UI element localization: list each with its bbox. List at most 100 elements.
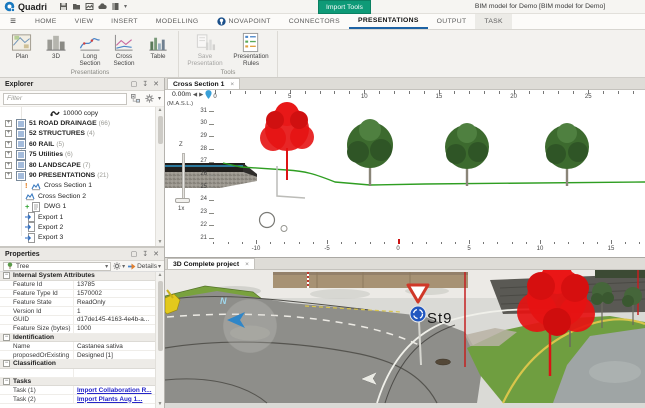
tree-item-51-road-drainage[interactable]: +51 ROAD DRAINAGE(66) <box>0 118 155 128</box>
green-tree-2[interactable] <box>445 123 489 186</box>
zoom-slider-track[interactable] <box>182 153 185 199</box>
scroll-thumb[interactable] <box>158 281 163 351</box>
tab-3d-complete-project[interactable]: 3D Complete project <box>167 258 255 269</box>
tree-item-cross-section-1[interactable]: !Cross Section 1 <box>0 181 155 191</box>
image-icon[interactable] <box>85 2 94 11</box>
location-pin-icon <box>205 90 212 99</box>
import-tools-button[interactable]: Import Tools <box>318 0 371 14</box>
collapse-icon[interactable]: − <box>3 334 10 341</box>
next-section-icon[interactable]: ▶ <box>199 92 203 98</box>
qat-dropdown-icon[interactable] <box>124 3 127 10</box>
tree-item-75-utilities[interactable]: +75 Utilities(6) <box>0 150 155 160</box>
ruler-tick-label: 5 <box>460 246 478 252</box>
property-value-link[interactable]: Import Plants Aug 1... <box>74 395 164 403</box>
ribbon-button-table[interactable]: Table <box>141 31 175 60</box>
property-section-classification[interactable]: −Classification <box>0 360 164 369</box>
viewport-column: Cross Section 1 <box>165 78 645 408</box>
ribbon-button-3d[interactable]: 3D <box>39 31 73 60</box>
view-mode-select[interactable]: Tree <box>3 262 111 271</box>
previous-section-icon[interactable]: ◀ <box>193 92 197 98</box>
tree-view-icon <box>6 262 14 270</box>
properties-gear-button[interactable] <box>113 262 125 270</box>
scroll-down-icon[interactable]: ▼ <box>158 239 163 246</box>
explorer-settings-gear-icon[interactable] <box>144 93 155 104</box>
properties-scrollbar[interactable]: ▲ ▼ <box>155 272 164 408</box>
title-bar: Quadri Import Tools BIM model for Demo [… <box>0 0 645 14</box>
ribbon-button-presentation-rules[interactable]: Presentation Rules <box>228 31 274 67</box>
pin-icon[interactable] <box>142 81 148 88</box>
filter-input[interactable] <box>3 93 127 105</box>
close-tab-icon[interactable] <box>230 81 234 88</box>
menu-tab-presentations[interactable]: PRESENTATIONS <box>349 14 428 29</box>
expand-icon[interactable]: + <box>5 130 12 137</box>
tree-item-dwg-1[interactable]: +DWG 1 <box>0 202 155 212</box>
pin-icon[interactable] <box>142 251 148 258</box>
collapse-icon[interactable]: − <box>3 378 10 385</box>
book-icon[interactable] <box>111 2 120 11</box>
compass-widget[interactable] <box>223 299 277 353</box>
collapse-icon[interactable]: − <box>3 272 10 279</box>
tree-item-90-presentations[interactable]: +90 PRESENTATIONS(21) <box>0 170 155 180</box>
property-section-identification[interactable]: −Identification <box>0 334 164 343</box>
menu-tab-connectors[interactable]: CONNECTORS <box>280 14 349 29</box>
expand-icon[interactable]: + <box>5 120 12 127</box>
green-tree-3[interactable] <box>545 123 589 186</box>
expand-icon[interactable]: + <box>5 172 12 179</box>
scroll-up-icon[interactable]: ▲ <box>158 272 163 279</box>
ribbon-group-label: Tools <box>182 68 274 77</box>
maximize-icon[interactable] <box>131 251 138 258</box>
menu-tab-insert[interactable]: INSERT <box>102 14 147 29</box>
details-button[interactable]: Details <box>127 263 161 270</box>
green-tree-1[interactable] <box>347 119 393 186</box>
property-value-link[interactable]: Import Collaboration R... <box>74 386 164 394</box>
tree-item-60-rail[interactable]: +60 RAIL(5) <box>0 139 155 149</box>
save-icon[interactable] <box>59 2 68 11</box>
ribbon-button-cross-section[interactable]: Cross Section <box>107 31 141 67</box>
close-icon[interactable] <box>153 81 159 88</box>
property-section-internal-system-attributes[interactable]: −Internal System Attributes <box>0 272 164 281</box>
menu-icon[interactable] <box>0 14 26 29</box>
tab-cross-section-1[interactable]: Cross Section 1 <box>167 78 240 89</box>
tree-item-cross-section-2[interactable]: Cross Section 2 <box>0 191 155 201</box>
dwg-icon <box>31 202 41 212</box>
tree-item-export-3[interactable]: Export 3 <box>0 233 155 243</box>
collapse-icon[interactable]: − <box>3 360 10 367</box>
ruler-tick <box>275 91 276 94</box>
expand-icon[interactable]: + <box>5 141 12 148</box>
scroll-thumb[interactable] <box>158 116 163 144</box>
cloud-icon[interactable] <box>98 2 107 11</box>
close-icon[interactable] <box>153 251 159 258</box>
property-section-tasks[interactable]: −Tasks <box>0 378 164 387</box>
tree-item-export-1[interactable]: Export 1 <box>0 212 155 222</box>
expand-icon[interactable]: + <box>5 162 12 169</box>
menu-tab-view[interactable]: VIEW <box>66 14 103 29</box>
cross-section-canvas[interactable] <box>165 90 645 258</box>
property-label: Feature Id <box>0 281 74 289</box>
ruler-tick <box>260 91 261 94</box>
menu-tab-novapoint[interactable]: NOVAPOINT <box>208 14 280 29</box>
tree-item-export-2[interactable]: Export 2 <box>0 222 155 232</box>
expand-icon[interactable]: + <box>5 151 12 158</box>
gear-dropdown-icon[interactable] <box>158 95 161 102</box>
3d-scene-canvas[interactable] <box>165 270 645 404</box>
menu-tab-home[interactable]: HOME <box>26 14 66 29</box>
ribbon-button-long-section[interactable]: Long Section <box>73 31 107 67</box>
open-folder-icon[interactable] <box>72 2 81 11</box>
y-axis-dash <box>209 200 214 201</box>
zoom-slider-handle[interactable] <box>175 198 190 203</box>
tree-item-52-structures[interactable]: +52 STRUCTURES(4) <box>0 129 155 139</box>
menu-tab-task[interactable]: TASK <box>475 14 511 29</box>
tree-item-10000-copy[interactable]: 10000 copy <box>0 108 155 118</box>
ribbon-button-plan[interactable]: Plan <box>5 31 39 60</box>
collapse-tree-icon[interactable] <box>130 93 141 104</box>
maximize-icon[interactable] <box>131 81 138 88</box>
tree-item-80-landscape[interactable]: +80 LANDSCAPE(7) <box>0 160 155 170</box>
zoom-level-label: 1x <box>178 206 184 212</box>
explorer-scrollbar[interactable]: ▲ ▼ <box>155 107 164 246</box>
ruler-tick-label: 24 <box>189 196 207 202</box>
menu-tab-output[interactable]: OUTPUT <box>428 14 476 29</box>
menu-tab-modelling[interactable]: MODELLING <box>147 14 208 29</box>
close-tab-icon[interactable] <box>245 261 249 268</box>
scroll-up-icon[interactable]: ▲ <box>158 107 163 114</box>
scroll-down-icon[interactable]: ▼ <box>158 401 163 408</box>
